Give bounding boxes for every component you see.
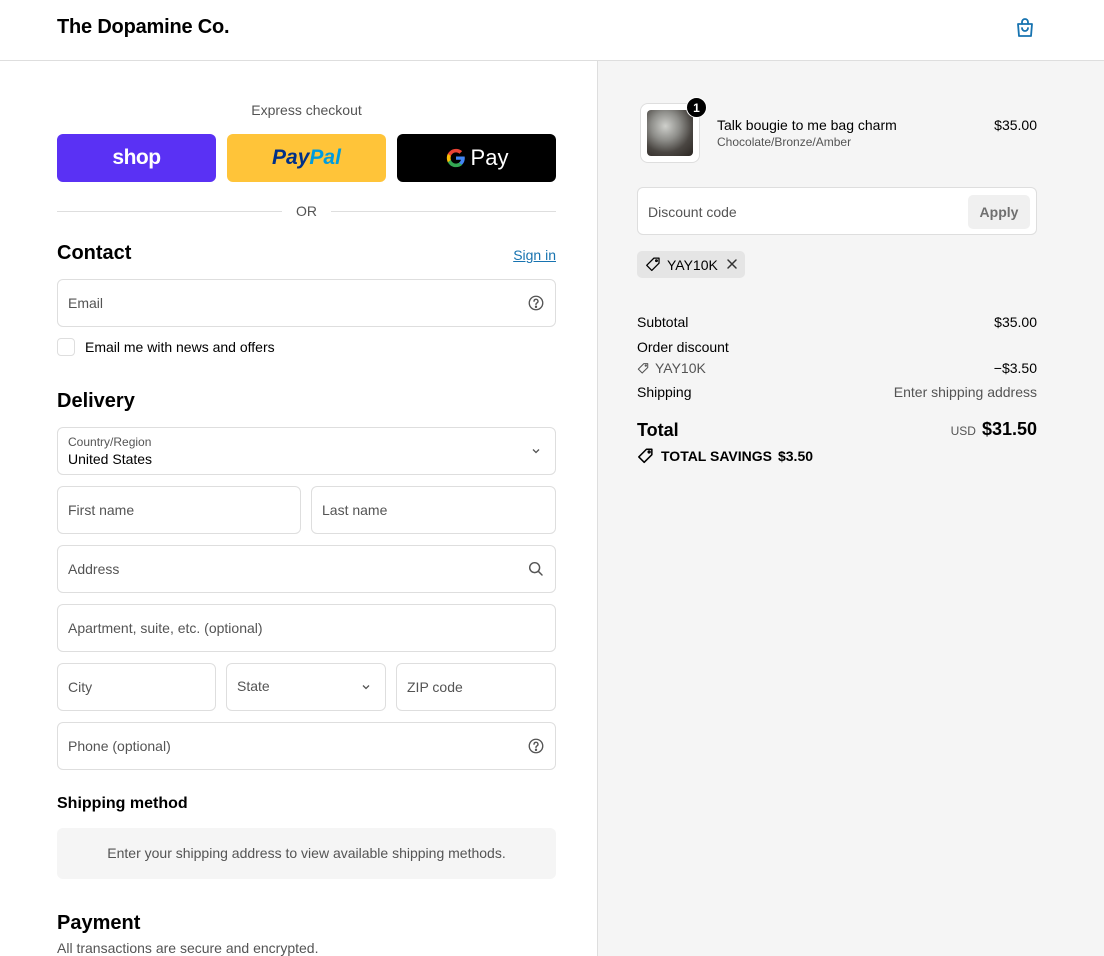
address-field[interactable]: Address [57,545,556,593]
close-icon[interactable] [725,257,739,271]
discount-placeholder: Discount code [648,204,737,220]
shipping-method-notice: Enter your shipping address to view avai… [57,828,556,879]
phone-placeholder: Phone (optional) [68,738,171,754]
order-discount-code-row: YAY10K [637,360,706,376]
help-circle-icon[interactable] [527,294,545,312]
first-name-placeholder: First name [68,502,135,518]
apartment-field[interactable]: Apartment, suite, etc. (optional) [57,604,556,652]
zip-field[interactable]: ZIP code [396,663,556,711]
sign-in-link[interactable]: Sign in [513,247,556,263]
google-pay-button[interactable]: Pay [397,134,556,182]
newsletter-label[interactable]: Email me with news and offers [85,339,275,355]
brand-name[interactable]: The Dopamine Co. [57,16,230,39]
subtotal-value: $35.00 [994,314,1037,330]
first-name-field[interactable]: First name [57,486,301,534]
total-savings-value: $3.50 [777,448,814,464]
product-name: Talk bougie to me bag charm [717,117,897,133]
total-savings: TOTAL SAVINGS $3.50 [637,447,813,465]
search-icon [528,561,543,576]
product-price: $35.00 [994,117,1037,133]
currency-code: USD [950,424,976,438]
total-label: Total [637,420,679,440]
newsletter-checkbox[interactable] [57,338,75,356]
shopping-bag-icon[interactable] [1013,16,1037,40]
country-value: United States [68,451,153,467]
address-placeholder: Address [68,561,120,577]
country-select[interactable]: Country/Region United States [57,427,556,475]
header: The Dopamine Co. [0,0,1104,61]
order-discount-value: −$3.50 [993,360,1037,376]
shop-pay-label: shop [112,146,161,169]
total-savings-label: TOTAL SAVINGS [661,448,772,464]
state-select[interactable]: State [226,663,386,711]
country-label: Country/Region [68,435,152,449]
total-value: $31.50 [981,419,1037,439]
phone-field[interactable]: Phone (optional) [57,722,556,770]
total-amount: USD $31.50 [837,419,1037,440]
paypal-label-pal: Pal [309,146,341,169]
applied-discount-chip: YAY10K [637,251,745,278]
apply-discount-button[interactable]: Apply [968,195,1030,229]
google-pay-label: Pay [470,145,509,170]
tag-icon [637,363,649,374]
help-circle-icon[interactable] [527,737,545,755]
chevron-down-icon [362,685,370,690]
email-field[interactable]: Email [57,279,556,327]
chevron-down-icon [532,449,540,454]
paypal-label-pay: Pay [272,146,310,169]
contact-title: Contact [57,242,132,264]
discount-code-field[interactable]: Discount code Apply [637,187,1037,235]
applied-code-text: YAY10K [667,257,718,273]
last-name-field[interactable]: Last name [311,486,556,534]
zip-placeholder: ZIP code [407,679,463,695]
shipping-method-title: Shipping method [57,795,188,812]
order-discount-code: YAY10K [655,360,706,376]
google-g-icon [446,148,465,168]
city-placeholder: City [68,679,93,695]
apartment-placeholder: Apartment, suite, etc. (optional) [68,620,263,636]
divider-line-right [331,211,556,212]
or-divider: OR [57,202,556,220]
email-placeholder: Email [68,295,104,311]
last-name-placeholder: Last name [322,502,388,518]
city-field[interactable]: City [57,663,216,711]
paypal-button[interactable]: Pay Pal [227,134,386,182]
shop-pay-button[interactable]: shop [57,134,216,182]
state-placeholder: State [237,678,270,694]
payment-title: Payment [57,912,141,934]
order-discount-label: Order discount [637,339,729,355]
quantity-badge: 1 [686,97,707,118]
subtotal-label: Subtotal [637,314,689,330]
delivery-title: Delivery [57,390,135,412]
payment-subtitle: All transactions are secure and encrypte… [57,940,319,956]
shipping-label: Shipping [637,384,692,400]
tag-icon [646,257,660,272]
tag-icon [638,448,653,464]
express-checkout-title: Express checkout [251,102,362,118]
product-image [647,110,693,156]
shipping-value: Enter shipping address [893,384,1037,400]
product-variant: Chocolate/Bronze/Amber [717,135,852,149]
